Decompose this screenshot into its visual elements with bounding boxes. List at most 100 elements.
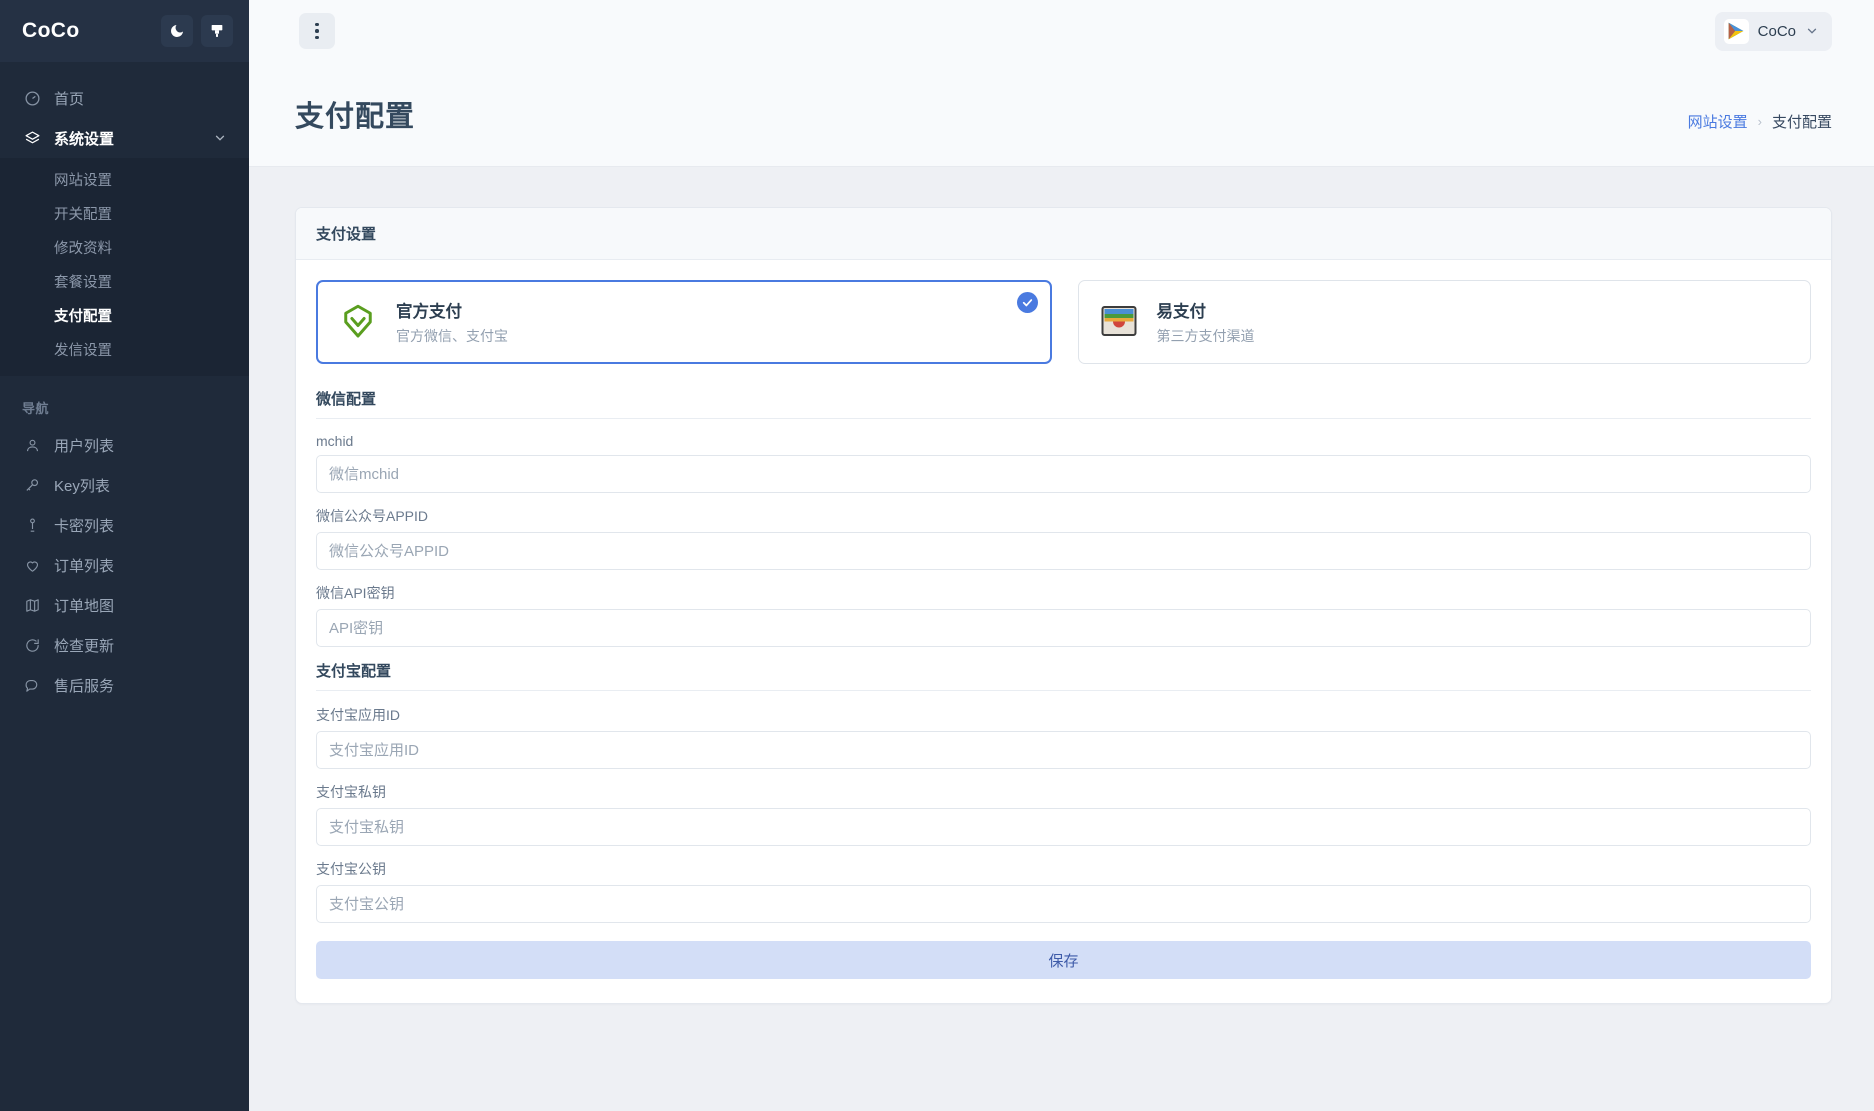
sidebar-nav: 首页 系统设置 网站设置 开关配置 修改资料 套餐设置 支付配置 [0, 62, 249, 705]
sidebar-item-check-update[interactable]: 检查更新 [0, 625, 249, 665]
payment-settings-panel: 支付设置 官方支付 [295, 207, 1832, 1004]
payment-method-yipay-text: 易支付 第三方支付渠道 [1157, 298, 1255, 346]
sidebar-item-mail-settings-label: 发信设置 [54, 339, 112, 360]
panel-title: 支付设置 [296, 208, 1831, 260]
sidebar-brand: CoCo [0, 0, 249, 62]
form-row-alipay-appid: 支付宝应用ID [316, 705, 1811, 769]
sidebar-item-edit-profile[interactable]: 修改资料 [0, 230, 249, 264]
sidebar-item-card-key-list-label: 卡密列表 [54, 515, 227, 536]
page-header: 支付配置 网站设置 › 支付配置 [249, 62, 1874, 167]
payment-method-yipay[interactable]: 易支付 第三方支付渠道 [1078, 280, 1812, 364]
sidebar-item-card-key-list[interactable]: 卡密列表 [0, 505, 249, 545]
sidebar-item-edit-profile-label: 修改资料 [54, 237, 112, 258]
sidebar-item-package-settings-label: 套餐设置 [54, 271, 112, 292]
sidebar-item-order-map[interactable]: 订单地图 [0, 585, 249, 625]
payment-method-official-desc: 官方微信、支付宝 [396, 326, 508, 346]
app-root: CoCo 首页 [0, 0, 1874, 1111]
sidebar-item-site-settings-label: 网站设置 [54, 169, 112, 190]
play-logo-icon [1725, 20, 1747, 42]
sidebar-item-payment-config[interactable]: 支付配置 [0, 298, 249, 332]
topbar: CoCo [249, 0, 1874, 62]
sidebar-item-key-list[interactable]: Key列表 [0, 465, 249, 505]
paint-brush-icon [209, 23, 225, 39]
kebab-dots-icon [315, 21, 319, 41]
form-row-mchid: mchid [316, 433, 1811, 493]
payment-method-official-text: 官方支付 官方微信、支付宝 [396, 298, 508, 346]
sidebar-item-system-settings-label: 系统设置 [54, 128, 213, 149]
content-area: 支付设置 官方支付 [249, 167, 1874, 1111]
sidebar-item-key-list-label: Key列表 [54, 475, 227, 496]
sidebar-item-switch-config-label: 开关配置 [54, 203, 112, 224]
user-menu-button[interactable]: CoCo [1715, 12, 1832, 51]
breadcrumb-separator-icon: › [1758, 114, 1762, 129]
input-wechat-appid[interactable] [316, 532, 1811, 570]
theme-brush-button[interactable] [201, 15, 233, 47]
sidebar-item-mail-settings[interactable]: 发信设置 [0, 332, 249, 366]
breadcrumb-current: 支付配置 [1772, 111, 1832, 132]
sidebar-item-after-sales[interactable]: 售后服务 [0, 665, 249, 705]
page-title: 支付配置 [295, 93, 1688, 135]
selected-check-icon [1017, 292, 1038, 313]
user-icon [22, 435, 42, 455]
moon-icon [169, 23, 185, 39]
label-alipay-public-key: 支付宝公钥 [316, 859, 1811, 879]
card-key-icon [22, 515, 42, 535]
label-mchid: mchid [316, 433, 1811, 449]
chat-icon [22, 675, 42, 695]
user-name-label: CoCo [1758, 23, 1796, 40]
payment-method-yipay-desc: 第三方支付渠道 [1157, 326, 1255, 346]
panel-body: 官方支付 官方微信、支付宝 [296, 260, 1831, 1003]
breadcrumb-parent-link[interactable]: 网站设置 [1688, 111, 1748, 132]
payment-method-list: 官方支付 官方微信、支付宝 [316, 280, 1811, 364]
section-title-wechat: 微信配置 [316, 388, 1811, 419]
sidebar-nav-list: 用户列表 Key列表 卡密列表 [0, 425, 249, 705]
label-wechat-appid: 微信公众号APPID [316, 506, 1811, 526]
label-alipay-private-key: 支付宝私钥 [316, 782, 1811, 802]
payment-method-official[interactable]: 官方支付 官方微信、支付宝 [316, 280, 1052, 364]
sidebar-item-payment-config-label: 支付配置 [54, 305, 112, 326]
payment-method-official-title: 官方支付 [396, 298, 508, 322]
heart-icon [22, 555, 42, 575]
input-alipay-appid[interactable] [316, 731, 1811, 769]
key-icon [22, 475, 42, 495]
map-icon [22, 595, 42, 615]
sidebar-item-order-list[interactable]: 订单列表 [0, 545, 249, 585]
input-alipay-private-key[interactable] [316, 808, 1811, 846]
green-gem-chevron-icon [336, 300, 380, 344]
sidebar-item-user-list[interactable]: 用户列表 [0, 425, 249, 465]
content-bottom-spacer [295, 1004, 1832, 1044]
layers-icon [22, 128, 42, 148]
section-title-alipay: 支付宝配置 [316, 660, 1811, 691]
sidebar-item-site-settings[interactable]: 网站设置 [0, 162, 249, 196]
form-row-alipay-public-key: 支付宝公钥 [316, 859, 1811, 923]
form-row-wechat-api-key: 微信API密钥 [316, 583, 1811, 647]
sidebar-item-check-update-label: 检查更新 [54, 635, 227, 656]
label-wechat-api-key: 微信API密钥 [316, 583, 1811, 603]
sidebar-submenu-system-settings: 网站设置 开关配置 修改资料 套餐设置 支付配置 发信设置 [0, 158, 249, 376]
dark-mode-toggle[interactable] [161, 15, 193, 47]
sidebar-item-order-map-label: 订单地图 [54, 595, 227, 616]
brand-logo-text: CoCo [22, 19, 153, 43]
gauge-icon [22, 88, 42, 108]
input-wechat-api-key[interactable] [316, 609, 1811, 647]
chevron-down-icon [213, 131, 227, 145]
form-row-alipay-private-key: 支付宝私钥 [316, 782, 1811, 846]
form-row-wechat-appid: 微信公众号APPID [316, 506, 1811, 570]
kebab-menu-button[interactable] [299, 13, 335, 49]
credit-card-icon [1097, 300, 1141, 344]
sidebar-item-switch-config[interactable]: 开关配置 [0, 196, 249, 230]
input-mchid[interactable] [316, 455, 1811, 493]
refresh-icon [22, 635, 42, 655]
save-button[interactable]: 保存 [316, 941, 1811, 979]
payment-method-yipay-title: 易支付 [1157, 298, 1255, 322]
input-alipay-public-key[interactable] [316, 885, 1811, 923]
avatar [1724, 19, 1749, 44]
sidebar-item-package-settings[interactable]: 套餐设置 [0, 264, 249, 298]
sidebar-item-after-sales-label: 售后服务 [54, 675, 227, 696]
sidebar-item-order-list-label: 订单列表 [54, 555, 227, 576]
sidebar-section-title: 导航 [0, 376, 249, 425]
sidebar-item-system-settings[interactable]: 系统设置 [0, 118, 249, 158]
chevron-down-icon [1805, 24, 1819, 38]
sidebar-item-home[interactable]: 首页 [0, 78, 249, 118]
breadcrumb: 网站设置 › 支付配置 [1688, 97, 1832, 132]
